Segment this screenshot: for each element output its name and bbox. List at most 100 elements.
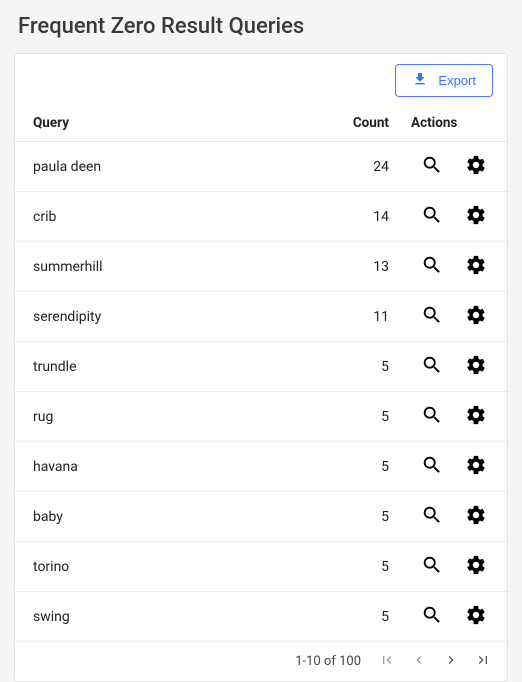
row-search-button[interactable] (421, 304, 443, 329)
cell-actions (397, 404, 493, 429)
cell-actions (397, 154, 493, 179)
pager (377, 650, 493, 673)
gear-icon (465, 404, 487, 429)
search-icon (421, 604, 443, 629)
row-settings-button[interactable] (465, 404, 487, 429)
cell-count: 13 (343, 259, 397, 275)
row-search-button[interactable] (421, 354, 443, 379)
export-button[interactable]: Export (395, 64, 493, 97)
gear-icon (465, 254, 487, 279)
row-settings-button[interactable] (465, 254, 487, 279)
table-row: summerhill13 (15, 242, 507, 292)
row-settings-button[interactable] (465, 454, 487, 479)
cell-query: torino (33, 559, 343, 575)
cell-actions (397, 604, 493, 629)
cell-query: serendipity (33, 309, 343, 325)
cell-actions (397, 554, 493, 579)
search-icon (421, 554, 443, 579)
search-icon (421, 454, 443, 479)
gear-icon (465, 304, 487, 329)
row-settings-button[interactable] (465, 554, 487, 579)
next-page-button[interactable] (441, 650, 461, 673)
cell-count: 5 (343, 459, 397, 475)
cell-actions (397, 504, 493, 529)
search-icon (421, 404, 443, 429)
table-row: serendipity11 (15, 292, 507, 342)
search-icon (421, 504, 443, 529)
table-header-row: Query Count Actions (15, 105, 507, 142)
table-footer: 1-10 of 100 (15, 642, 507, 681)
cell-count: 5 (343, 609, 397, 625)
cell-count: 11 (343, 309, 397, 325)
gear-icon (465, 554, 487, 579)
cell-query: summerhill (33, 259, 343, 275)
cell-query: swing (33, 609, 343, 625)
row-search-button[interactable] (421, 254, 443, 279)
table-row: trundle5 (15, 342, 507, 392)
search-icon (421, 204, 443, 229)
table-body: paula deen24crib14summerhill13serendipit… (15, 142, 507, 642)
row-search-button[interactable] (421, 204, 443, 229)
cell-query: rug (33, 409, 343, 425)
gear-icon (465, 354, 487, 379)
gear-icon (465, 454, 487, 479)
table-row: baby5 (15, 492, 507, 542)
row-settings-button[interactable] (465, 154, 487, 179)
cell-actions (397, 254, 493, 279)
row-settings-button[interactable] (465, 204, 487, 229)
table-row: paula deen24 (15, 142, 507, 192)
row-search-button[interactable] (421, 154, 443, 179)
prev-page-button[interactable] (409, 650, 429, 673)
header-query: Query (33, 115, 343, 131)
first-page-icon (379, 652, 395, 671)
search-icon (421, 354, 443, 379)
page-title: Frequent Zero Result Queries (0, 0, 522, 49)
header-count: Count (343, 115, 397, 131)
queries-card: Export Query Count Actions paula deen24c… (14, 53, 508, 682)
header-actions: Actions (397, 115, 493, 131)
row-settings-button[interactable] (465, 604, 487, 629)
search-icon (421, 304, 443, 329)
table-row: havana5 (15, 442, 507, 492)
cell-actions (397, 204, 493, 229)
cell-count: 24 (343, 159, 397, 175)
export-button-label: Export (438, 73, 476, 88)
search-icon (421, 154, 443, 179)
row-search-button[interactable] (421, 454, 443, 479)
pagination-range: 1-10 of 100 (295, 654, 361, 669)
last-page-button[interactable] (473, 650, 493, 673)
row-search-button[interactable] (421, 504, 443, 529)
cell-count: 14 (343, 209, 397, 225)
table-row: crib14 (15, 192, 507, 242)
row-search-button[interactable] (421, 604, 443, 629)
cell-query: trundle (33, 359, 343, 375)
download-icon (412, 71, 428, 90)
gear-icon (465, 604, 487, 629)
cell-actions (397, 304, 493, 329)
table-row: torino5 (15, 542, 507, 592)
first-page-button[interactable] (377, 650, 397, 673)
search-icon (421, 254, 443, 279)
table-row: rug5 (15, 392, 507, 442)
chevron-left-icon (411, 652, 427, 671)
card-toolbar: Export (15, 54, 507, 105)
row-search-button[interactable] (421, 404, 443, 429)
cell-count: 5 (343, 509, 397, 525)
last-page-icon (475, 652, 491, 671)
row-settings-button[interactable] (465, 304, 487, 329)
cell-actions (397, 454, 493, 479)
row-settings-button[interactable] (465, 504, 487, 529)
gear-icon (465, 504, 487, 529)
row-search-button[interactable] (421, 554, 443, 579)
gear-icon (465, 154, 487, 179)
row-settings-button[interactable] (465, 354, 487, 379)
cell-query: baby (33, 509, 343, 525)
chevron-right-icon (443, 652, 459, 671)
cell-query: crib (33, 209, 343, 225)
cell-count: 5 (343, 409, 397, 425)
cell-count: 5 (343, 559, 397, 575)
cell-query: havana (33, 459, 343, 475)
table-row: swing5 (15, 592, 507, 642)
cell-count: 5 (343, 359, 397, 375)
cell-actions (397, 354, 493, 379)
